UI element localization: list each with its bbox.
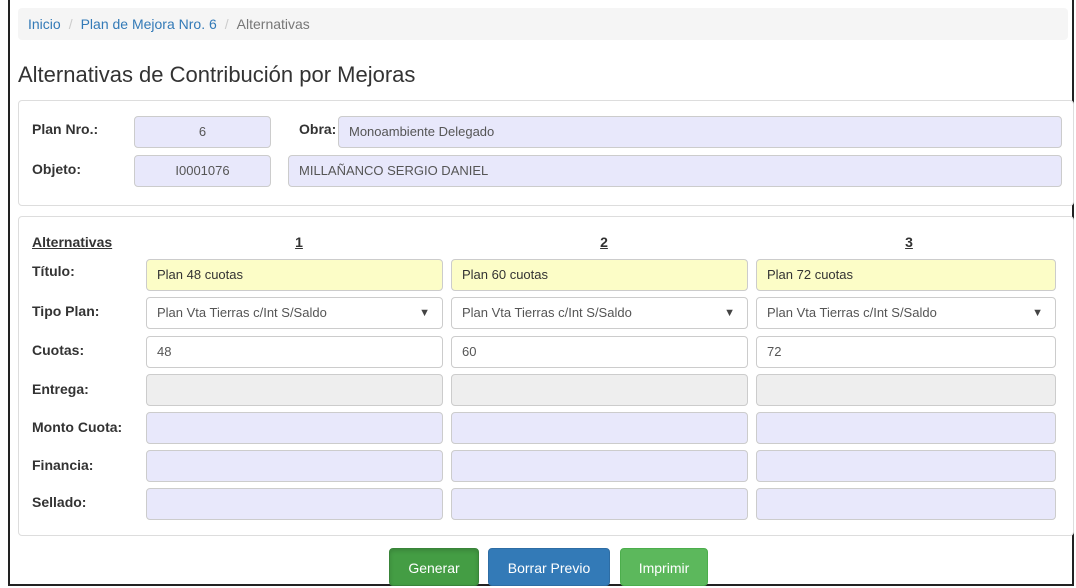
chevron-down-icon: ▼ bbox=[1032, 307, 1043, 319]
objeto-code-field: I0001076 bbox=[134, 155, 271, 187]
breadcrumb: Inicio / Plan de Mejora Nro. 6 / Alternativa… bbox=[18, 8, 1068, 40]
breadcrumb-plan-link[interactable]: Plan de Mejora Nro. 6 bbox=[81, 16, 217, 32]
alternatives-header: Alternativas bbox=[32, 234, 113, 250]
tipo-plan-value-2: Plan Vta Tierras c/Int S/Saldo bbox=[462, 305, 632, 320]
entrega-label: Entrega: bbox=[32, 381, 89, 397]
financia-label: Financia: bbox=[32, 457, 94, 473]
objeto-label: Objeto: bbox=[32, 161, 81, 177]
financia-input-1 bbox=[146, 450, 443, 482]
tipo-plan-select-2[interactable]: Plan Vta Tierras c/Int S/Saldo ▼ bbox=[451, 297, 748, 329]
column-header-2: 2 bbox=[600, 234, 608, 250]
column-header-3: 3 bbox=[905, 234, 913, 250]
cuotas-label: Cuotas: bbox=[32, 342, 85, 358]
sellado-input-3 bbox=[756, 488, 1056, 520]
chevron-down-icon: ▼ bbox=[419, 307, 430, 319]
obra-field: Monoambiente Delegado bbox=[338, 116, 1062, 148]
page-title: Alternativas de Contribución por Mejoras bbox=[18, 62, 416, 87]
cuotas-input-2[interactable]: 60 bbox=[451, 336, 748, 368]
column-header-1: 1 bbox=[295, 234, 303, 250]
financia-input-2 bbox=[451, 450, 748, 482]
monto-cuota-input-3 bbox=[756, 412, 1056, 444]
breadcrumb-current: Alternativas bbox=[236, 16, 310, 32]
entrega-input-1 bbox=[146, 374, 443, 406]
titulo-label: Título: bbox=[32, 263, 75, 279]
plan-number-field: 6 bbox=[134, 116, 271, 148]
sellado-input-1 bbox=[146, 488, 443, 520]
chevron-down-icon: ▼ bbox=[724, 307, 735, 319]
entrega-input-2 bbox=[451, 374, 748, 406]
tipo-plan-value-1: Plan Vta Tierras c/Int S/Saldo bbox=[157, 305, 327, 320]
tipo-plan-label: Tipo Plan: bbox=[32, 303, 100, 319]
titulo-input-3[interactable]: Plan 72 cuotas bbox=[756, 259, 1056, 291]
tipo-plan-value-3: Plan Vta Tierras c/Int S/Saldo bbox=[767, 305, 937, 320]
borrar-previo-button[interactable]: Borrar Previo bbox=[488, 548, 610, 586]
titulo-input-2[interactable]: Plan 60 cuotas bbox=[451, 259, 748, 291]
sellado-input-2 bbox=[451, 488, 748, 520]
entrega-input-3 bbox=[756, 374, 1056, 406]
generar-button[interactable]: Generar bbox=[389, 548, 479, 586]
cuotas-input-3[interactable]: 72 bbox=[756, 336, 1056, 368]
monto-cuota-input-1 bbox=[146, 412, 443, 444]
objeto-name-field: MILLAÑANCO SERGIO DANIEL bbox=[288, 155, 1062, 187]
financia-input-3 bbox=[756, 450, 1056, 482]
breadcrumb-separator: / bbox=[68, 16, 73, 32]
sellado-label: Sellado: bbox=[32, 494, 87, 510]
breadcrumb-home-link[interactable]: Inicio bbox=[28, 16, 61, 32]
cuotas-input-1[interactable]: 48 bbox=[146, 336, 443, 368]
breadcrumb-separator: / bbox=[224, 16, 229, 32]
titulo-input-1[interactable]: Plan 48 cuotas bbox=[146, 259, 443, 291]
tipo-plan-select-1[interactable]: Plan Vta Tierras c/Int S/Saldo ▼ bbox=[146, 297, 443, 329]
imprimir-button[interactable]: Imprimir bbox=[620, 548, 708, 586]
plan-number-label: Plan Nro.: bbox=[32, 121, 99, 137]
tipo-plan-select-3[interactable]: Plan Vta Tierras c/Int S/Saldo ▼ bbox=[756, 297, 1056, 329]
monto-cuota-input-2 bbox=[451, 412, 748, 444]
obra-label: Obra: bbox=[299, 121, 337, 137]
monto-cuota-label: Monto Cuota: bbox=[32, 419, 123, 435]
